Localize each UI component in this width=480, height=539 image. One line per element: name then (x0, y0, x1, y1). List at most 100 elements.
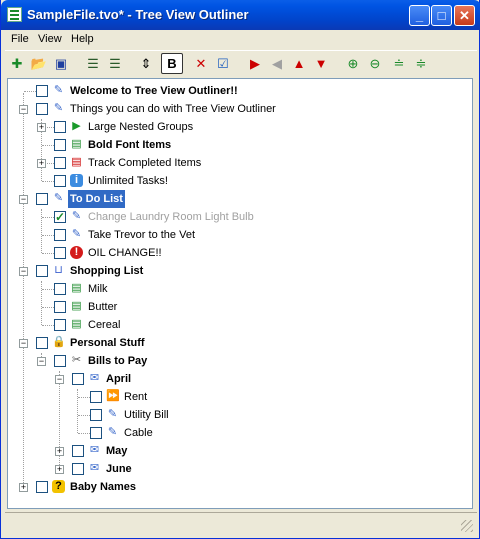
app-icon (7, 7, 22, 22)
item-checkbox[interactable] (36, 265, 48, 277)
item-label[interactable]: To Do List (68, 190, 125, 208)
item-label[interactable]: Utility Bill (122, 406, 171, 424)
item-label[interactable]: Bills to Pay (86, 352, 149, 370)
item-label[interactable]: May (104, 442, 129, 460)
item-checkbox[interactable] (36, 85, 48, 97)
expand-all-icon[interactable]: ☰ (83, 54, 103, 74)
question-icon: ? (52, 480, 65, 493)
note-icon: ✎ (107, 426, 118, 438)
delete-item-icon[interactable]: ✕ (191, 54, 211, 74)
add-doc-icon: ▤ (71, 282, 82, 294)
envelope-icon: ✉ (89, 372, 100, 384)
item-checkbox[interactable] (72, 463, 84, 475)
item-checkbox[interactable] (54, 283, 66, 295)
item-checkbox[interactable] (54, 229, 66, 241)
item-checkbox[interactable] (36, 481, 48, 493)
add-below-icon[interactable]: ≑ (411, 54, 431, 74)
item-checkbox[interactable] (36, 193, 48, 205)
menu-help[interactable]: Help (71, 33, 94, 45)
close-button[interactable]: ✕ (454, 5, 475, 26)
lock-icon: 🔒 (52, 336, 66, 348)
bold-button[interactable]: B (161, 53, 183, 74)
item-label[interactable]: Welcome to Tree View Outliner!! (68, 82, 240, 100)
item-checkbox[interactable] (54, 319, 66, 331)
move-down-icon[interactable]: ▼ (311, 54, 331, 74)
resize-grip-icon[interactable] (461, 520, 473, 532)
collapse-toggle[interactable]: − (19, 267, 28, 276)
note-icon: ✎ (53, 102, 64, 114)
collapse-toggle[interactable]: − (19, 339, 28, 348)
add-above-icon[interactable]: ≐ (389, 54, 409, 74)
item-label[interactable]: Cereal (86, 316, 122, 334)
item-label[interactable]: Take Trevor to the Vet (86, 226, 197, 244)
expand-toggle[interactable]: + (55, 465, 64, 474)
expand-toggle[interactable]: + (55, 447, 64, 456)
doc-red-icon: ▤ (71, 156, 82, 168)
add-child-icon[interactable]: ⊕ (343, 54, 363, 74)
save-icon[interactable]: ▣ (51, 54, 71, 74)
item-label[interactable]: Butter (86, 298, 119, 316)
toolbar: ✚ 📂 ▣ ☰ ☰ ⇕ B ✕ ☑ ▶ ◀ ▲ ▼ ⊕ ⊖ ≐ ≑ (5, 50, 477, 77)
open-folder-icon[interactable]: 📂 (29, 54, 49, 74)
collapse-toggle[interactable]: − (37, 357, 46, 366)
item-checkbox[interactable] (54, 157, 66, 169)
collapse-toggle[interactable]: − (55, 375, 64, 384)
move-left-icon[interactable]: ◀ (267, 54, 287, 74)
item-label[interactable]: June (104, 460, 134, 478)
collapse-toggle[interactable]: − (19, 195, 28, 204)
item-checkbox[interactable] (90, 427, 102, 439)
new-file-icon[interactable]: ✚ (7, 54, 27, 74)
move-up-icon[interactable]: ▲ (289, 54, 309, 74)
item-checkbox[interactable] (72, 373, 84, 385)
item-checkbox[interactable] (90, 409, 102, 421)
item-checkbox[interactable] (36, 337, 48, 349)
collapse-toggle[interactable]: − (19, 105, 28, 114)
item-checkbox[interactable] (54, 247, 66, 259)
item-checkbox[interactable] (54, 139, 66, 151)
item-label[interactable]: Unlimited Tasks! (86, 172, 170, 190)
app-window: SampleFile.tvo* - Tree View Outliner _ □… (0, 0, 480, 539)
item-label[interactable]: Rent (122, 388, 149, 406)
info-icon: i (70, 174, 83, 187)
align-icon[interactable]: ⇕ (136, 54, 156, 74)
menu-view[interactable]: View (38, 33, 62, 45)
item-label[interactable]: Shopping List (68, 262, 145, 280)
minimize-button[interactable]: _ (409, 5, 430, 26)
item-label[interactable]: Milk (86, 280, 110, 298)
item-label[interactable]: Things you can do with Tree View Outline… (68, 100, 278, 118)
item-label[interactable]: Track Completed Items (86, 154, 203, 172)
play-icon: ▶ (72, 120, 81, 132)
delete-checked-icon[interactable]: ☑ (213, 54, 233, 74)
item-checkbox[interactable] (36, 103, 48, 115)
expand-toggle[interactable]: + (19, 483, 28, 492)
item-checkbox[interactable] (90, 391, 102, 403)
item-label[interactable]: April (104, 370, 133, 388)
item-checkbox[interactable] (54, 301, 66, 313)
maximize-button[interactable]: □ (431, 5, 452, 26)
item-label[interactable]: OIL CHANGE!! (86, 244, 164, 262)
envelope-icon: ✉ (89, 444, 100, 456)
note-icon: ✎ (107, 408, 118, 420)
scissors-icon: ✂ (71, 354, 82, 366)
add-sibling-icon[interactable]: ⊖ (365, 54, 385, 74)
item-checkbox[interactable] (54, 121, 66, 133)
note-icon: ✎ (53, 84, 64, 96)
item-label[interactable]: Bold Font Items (86, 136, 173, 154)
item-checkbox[interactable] (72, 445, 84, 457)
expand-toggle[interactable]: + (37, 159, 46, 168)
tree-view[interactable]: − + + − − − − − + + + ✎ Welcome to Tree V… (7, 78, 473, 509)
item-checkbox[interactable] (54, 208, 66, 226)
menu-file[interactable]: File (11, 33, 29, 45)
item-label[interactable]: Baby Names (68, 478, 138, 496)
title-bar[interactable]: SampleFile.tvo* - Tree View Outliner _ □… (1, 0, 480, 30)
item-label[interactable]: Change Laundry Room Light Bulb (86, 208, 256, 226)
expand-toggle[interactable]: + (37, 123, 46, 132)
item-label[interactable]: Personal Stuff (68, 334, 147, 352)
item-label[interactable]: Large Nested Groups (86, 118, 195, 136)
item-checkbox[interactable] (54, 175, 66, 187)
move-right-icon[interactable]: ▶ (245, 54, 265, 74)
note-icon: ✎ (53, 192, 64, 204)
collapse-all-icon[interactable]: ☰ (105, 54, 125, 74)
item-checkbox[interactable] (54, 355, 66, 367)
item-label[interactable]: Cable (122, 424, 155, 442)
